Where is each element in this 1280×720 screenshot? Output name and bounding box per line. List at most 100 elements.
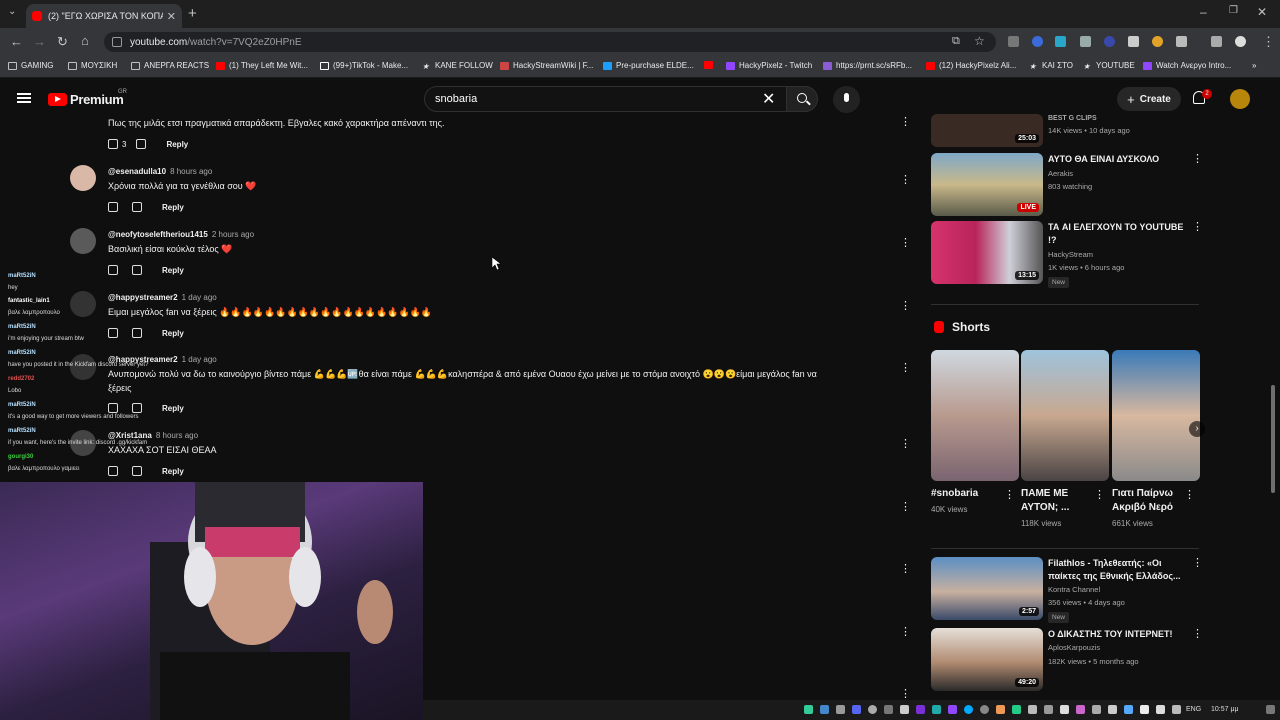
avatar[interactable] (70, 228, 96, 254)
tray-icon[interactable] (980, 705, 989, 714)
short-title[interactable]: ΠΑΜΕ ΜΕ ΑΥΤΟΝ; ... (1021, 487, 1091, 515)
comment-author[interactable]: @Xrist1ana 8 hours ago (108, 431, 198, 440)
bookmark-link[interactable] (704, 61, 717, 69)
video-title[interactable]: Ο ΔΙΚΑΣΤΗΣ ΤΟΥ ΙΝΤΕΡΝΕΤ! (1048, 628, 1186, 641)
extension-icon[interactable] (1032, 36, 1043, 47)
search-button[interactable] (786, 86, 818, 112)
video-title[interactable]: ΑΥΤΟ ΘΑ ΕΙΝΑΙ ΔΥΣΚΟΛΟ (1048, 153, 1186, 166)
bookmark-link[interactable]: ★ ΚΑΙ ΣΤΟ (1029, 61, 1073, 71)
comment-menu-icon[interactable] (900, 120, 904, 124)
extension-icon[interactable] (1008, 36, 1019, 47)
comment-menu-icon[interactable] (900, 567, 904, 571)
like-icon[interactable] (108, 403, 118, 413)
search-input[interactable]: snobaria (424, 86, 788, 112)
video-title[interactable]: Filathlos - Τηλεθεατής: «Οι παίκτες της … (1048, 557, 1186, 583)
site-info-icon[interactable] (112, 37, 122, 47)
tray-icon[interactable] (852, 705, 861, 714)
browser-tab[interactable]: (2) "ΕΓΩ ΧΩΡΙΣΑ ΤΟΝ ΚΟΠΑ!" | ✕ (26, 4, 182, 28)
tray-icon[interactable] (964, 705, 973, 714)
dislike-icon[interactable] (132, 328, 142, 338)
extension-icon[interactable] (1128, 36, 1139, 47)
tray-icon[interactable] (1172, 705, 1181, 714)
video-thumbnail[interactable]: LIVE (931, 153, 1043, 216)
like-icon[interactable] (108, 139, 118, 149)
extension-icon[interactable] (1104, 36, 1115, 47)
reply-button[interactable]: Reply (162, 404, 184, 413)
tray-icon[interactable] (916, 705, 925, 714)
dislike-icon[interactable] (132, 202, 142, 212)
bookmark-link[interactable]: (99+)TikTok - Make... (320, 61, 408, 70)
profile-icon[interactable] (1235, 36, 1246, 47)
tray-icon[interactable] (996, 705, 1005, 714)
channel-name[interactable]: HackyStream (1048, 248, 1093, 262)
keyboard-language[interactable]: ENG (1186, 706, 1201, 713)
extension-icon[interactable] (1152, 36, 1163, 47)
tray-icon[interactable] (884, 705, 893, 714)
bookmark-link[interactable]: ★ YOUTUBE (1083, 61, 1135, 71)
extension-icon[interactable] (1055, 36, 1066, 47)
video-title[interactable]: ΤΑ AI ΕΛΕΓΧΟΥΝ ΤΟ YOUTUBE !? (1048, 221, 1186, 247)
tray-icon[interactable] (1076, 705, 1085, 714)
tray-icon[interactable] (820, 705, 829, 714)
comment-menu-icon[interactable] (900, 505, 904, 509)
reply-button[interactable]: Reply (162, 203, 184, 212)
video-thumbnail[interactable]: 49:20 (931, 628, 1043, 691)
youtube-logo[interactable]: Premium GR (48, 89, 127, 107)
scrollbar[interactable] (1271, 385, 1275, 493)
speaker-icon[interactable] (1156, 705, 1165, 714)
tray-icon[interactable] (836, 705, 845, 714)
tab-search-icon[interactable]: ⌄ (8, 6, 16, 17)
network-icon[interactable] (1140, 705, 1149, 714)
system-clock[interactable]: 10:57 μμ (1211, 706, 1239, 713)
like-icon[interactable] (108, 328, 118, 338)
dislike-icon[interactable] (132, 403, 142, 413)
close-tab-icon[interactable]: ✕ (167, 10, 176, 23)
tray-icon[interactable] (900, 705, 909, 714)
tray-icon[interactable] (932, 705, 941, 714)
avatar[interactable] (1230, 89, 1250, 109)
comment-menu-icon[interactable] (900, 630, 904, 634)
tray-icon[interactable] (1108, 705, 1117, 714)
extension-icon[interactable] (1080, 36, 1091, 47)
extensions-puzzle-icon[interactable] (1176, 36, 1187, 47)
comment-menu-icon[interactable] (900, 692, 904, 696)
comment-author[interactable]: @neofytoseleftheriou1415 2 hours ago (108, 230, 254, 239)
new-tab-icon[interactable]: + (188, 5, 197, 22)
reply-button[interactable]: Reply (162, 467, 184, 476)
video-menu-icon[interactable] (1192, 561, 1196, 565)
reply-button[interactable]: Reply (166, 140, 188, 149)
home-icon[interactable]: ⌂ (81, 33, 89, 48)
short-thumbnail[interactable] (931, 350, 1019, 481)
voice-search-icon[interactable] (833, 86, 860, 113)
window-close-icon[interactable]: ✕ (1257, 5, 1267, 19)
channel-name[interactable]: AplosKarpouzis (1048, 641, 1100, 655)
reply-button[interactable]: Reply (162, 329, 184, 338)
reload-icon[interactable]: ↻ (57, 34, 68, 50)
channel-name[interactable]: Kontra Channel (1048, 583, 1100, 597)
tray-icon[interactable] (1060, 705, 1069, 714)
video-menu-icon[interactable] (1192, 225, 1196, 229)
address-bar[interactable]: youtube.com/watch?v=7VQ2eZ0HPnE (104, 32, 996, 52)
comment-menu-icon[interactable] (900, 366, 904, 370)
bookmark-folder[interactable]: ΑΝΕΡΓΑ REACTS (131, 61, 209, 70)
short-menu-icon[interactable] (1004, 493, 1008, 497)
notifications-center-icon[interactable] (1266, 705, 1275, 714)
comment-menu-icon[interactable] (900, 178, 904, 182)
maximize-icon[interactable]: ❐ (1229, 5, 1238, 16)
tray-icon[interactable] (804, 705, 813, 714)
tray-icon[interactable] (1028, 705, 1037, 714)
chevron-right-icon[interactable]: › (1189, 421, 1205, 437)
like-icon[interactable] (108, 202, 118, 212)
comment-author[interactable]: @happystreamer2 1 day ago (108, 293, 217, 302)
tray-icon[interactable] (1092, 705, 1101, 714)
dislike-icon[interactable] (132, 466, 142, 476)
short-menu-icon[interactable] (1094, 493, 1098, 497)
volume-icon[interactable] (1044, 705, 1053, 714)
clear-search-icon[interactable]: ✕ (762, 89, 775, 109)
video-thumbnail[interactable]: 2:57 (931, 557, 1043, 620)
like-icon[interactable] (108, 466, 118, 476)
bookmark-link[interactable]: Watch Ανεργο Intro... (1143, 61, 1231, 70)
bookmark-link[interactable]: https://prnt.sc/sRFb... (823, 61, 912, 70)
video-menu-icon[interactable] (1192, 632, 1196, 636)
bookmark-link[interactable]: ★ KANE FOLLOW (422, 61, 493, 71)
